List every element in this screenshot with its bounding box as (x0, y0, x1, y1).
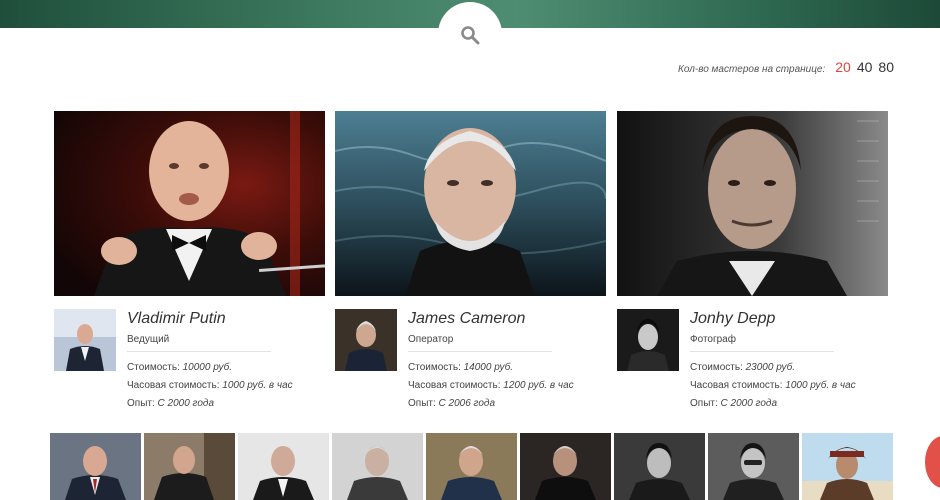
gallery-thumb[interactable] (238, 433, 329, 500)
hourly-row: Часовая стоимость: 1000 руб. в час (690, 380, 856, 391)
price-row: Стоимость: 23000 руб. (690, 362, 795, 373)
master-role: Оператор (408, 334, 454, 345)
master-card[interactable]: Jonhy Depp Фотограф Стоимость: 23000 руб… (617, 111, 888, 416)
master-avatar[interactable] (617, 309, 679, 371)
gallery-thumb[interactable] (332, 433, 423, 500)
hourly-label: Часовая стоимость: (408, 380, 501, 391)
thumbnail-strip (50, 433, 893, 500)
divider (408, 351, 552, 352)
gallery-thumb[interactable] (144, 433, 235, 500)
master-avatar[interactable] (335, 309, 397, 371)
gallery-thumb[interactable] (426, 433, 517, 500)
divider (690, 351, 834, 352)
master-card[interactable]: Vladimir Putin Ведущий Стоимость: 10000 … (54, 111, 325, 416)
experience-label: Опыт: (408, 398, 436, 409)
master-card[interactable]: James Cameron Оператор Стоимость: 14000 … (335, 111, 606, 416)
hourly-label: Часовая стоимость: (127, 380, 220, 391)
price-value: 10000 руб. (182, 362, 233, 373)
per-page-option-40[interactable]: 40 (857, 59, 873, 75)
experience-row: Опыт: С 2006 года (408, 398, 495, 409)
price-label: Стоимость: (408, 362, 461, 373)
price-label: Стоимость: (127, 362, 180, 373)
master-info: James Cameron Оператор Стоимость: 14000 … (335, 296, 606, 416)
gallery-thumb[interactable] (520, 433, 611, 500)
master-photo[interactable] (335, 111, 606, 296)
search-button[interactable] (438, 2, 502, 66)
master-info: Jonhy Depp Фотограф Стоимость: 23000 руб… (617, 296, 888, 416)
per-page-option-20[interactable]: 20 (835, 59, 851, 75)
master-role: Фотограф (690, 334, 736, 345)
price-value: 23000 руб. (745, 362, 796, 373)
master-name[interactable]: Jonhy Depp (690, 310, 775, 328)
master-info: Vladimir Putin Ведущий Стоимость: 10000 … (54, 296, 325, 416)
scroll-up-button[interactable] (925, 436, 940, 488)
experience-value: С 2000 года (157, 398, 215, 409)
experience-label: Опыт: (690, 398, 718, 409)
gallery-thumb[interactable] (802, 433, 893, 500)
per-page-selector: Кол-во мастеров на странице: 20 40 80 (678, 59, 894, 75)
hourly-value: 1000 руб. в час (785, 380, 856, 391)
experience-row: Опыт: С 2000 года (127, 398, 214, 409)
per-page-option-80[interactable]: 80 (878, 59, 894, 75)
experience-value: С 2006 года (438, 398, 496, 409)
hourly-value: 1200 руб. в час (503, 380, 574, 391)
hourly-value: 1000 руб. в час (222, 380, 293, 391)
master-role: Ведущий (127, 334, 170, 345)
master-name[interactable]: James Cameron (408, 310, 525, 328)
gallery-thumb[interactable] (708, 433, 799, 500)
price-label: Стоимость: (690, 362, 743, 373)
master-avatar[interactable] (54, 309, 116, 371)
price-value: 14000 руб. (463, 362, 514, 373)
master-photo[interactable] (617, 111, 888, 296)
master-name[interactable]: Vladimir Putin (127, 310, 226, 328)
gallery-thumb[interactable] (614, 433, 705, 500)
experience-label: Опыт: (127, 398, 155, 409)
per-page-label: Кол-во мастеров на странице: (677, 64, 826, 75)
search-icon (461, 26, 480, 45)
gallery-thumb[interactable] (50, 433, 141, 500)
experience-value: С 2000 года (720, 398, 778, 409)
hourly-row: Часовая стоимость: 1200 руб. в час (408, 380, 574, 391)
hourly-row: Часовая стоимость: 1000 руб. в час (127, 380, 293, 391)
divider (127, 351, 271, 352)
hourly-label: Часовая стоимость: (690, 380, 783, 391)
price-row: Стоимость: 10000 руб. (127, 362, 232, 373)
master-photo[interactable] (54, 111, 325, 296)
page: Кол-во мастеров на странице: 20 40 80 Vl… (0, 0, 940, 500)
price-row: Стоимость: 14000 руб. (408, 362, 513, 373)
experience-row: Опыт: С 2000 года (690, 398, 777, 409)
